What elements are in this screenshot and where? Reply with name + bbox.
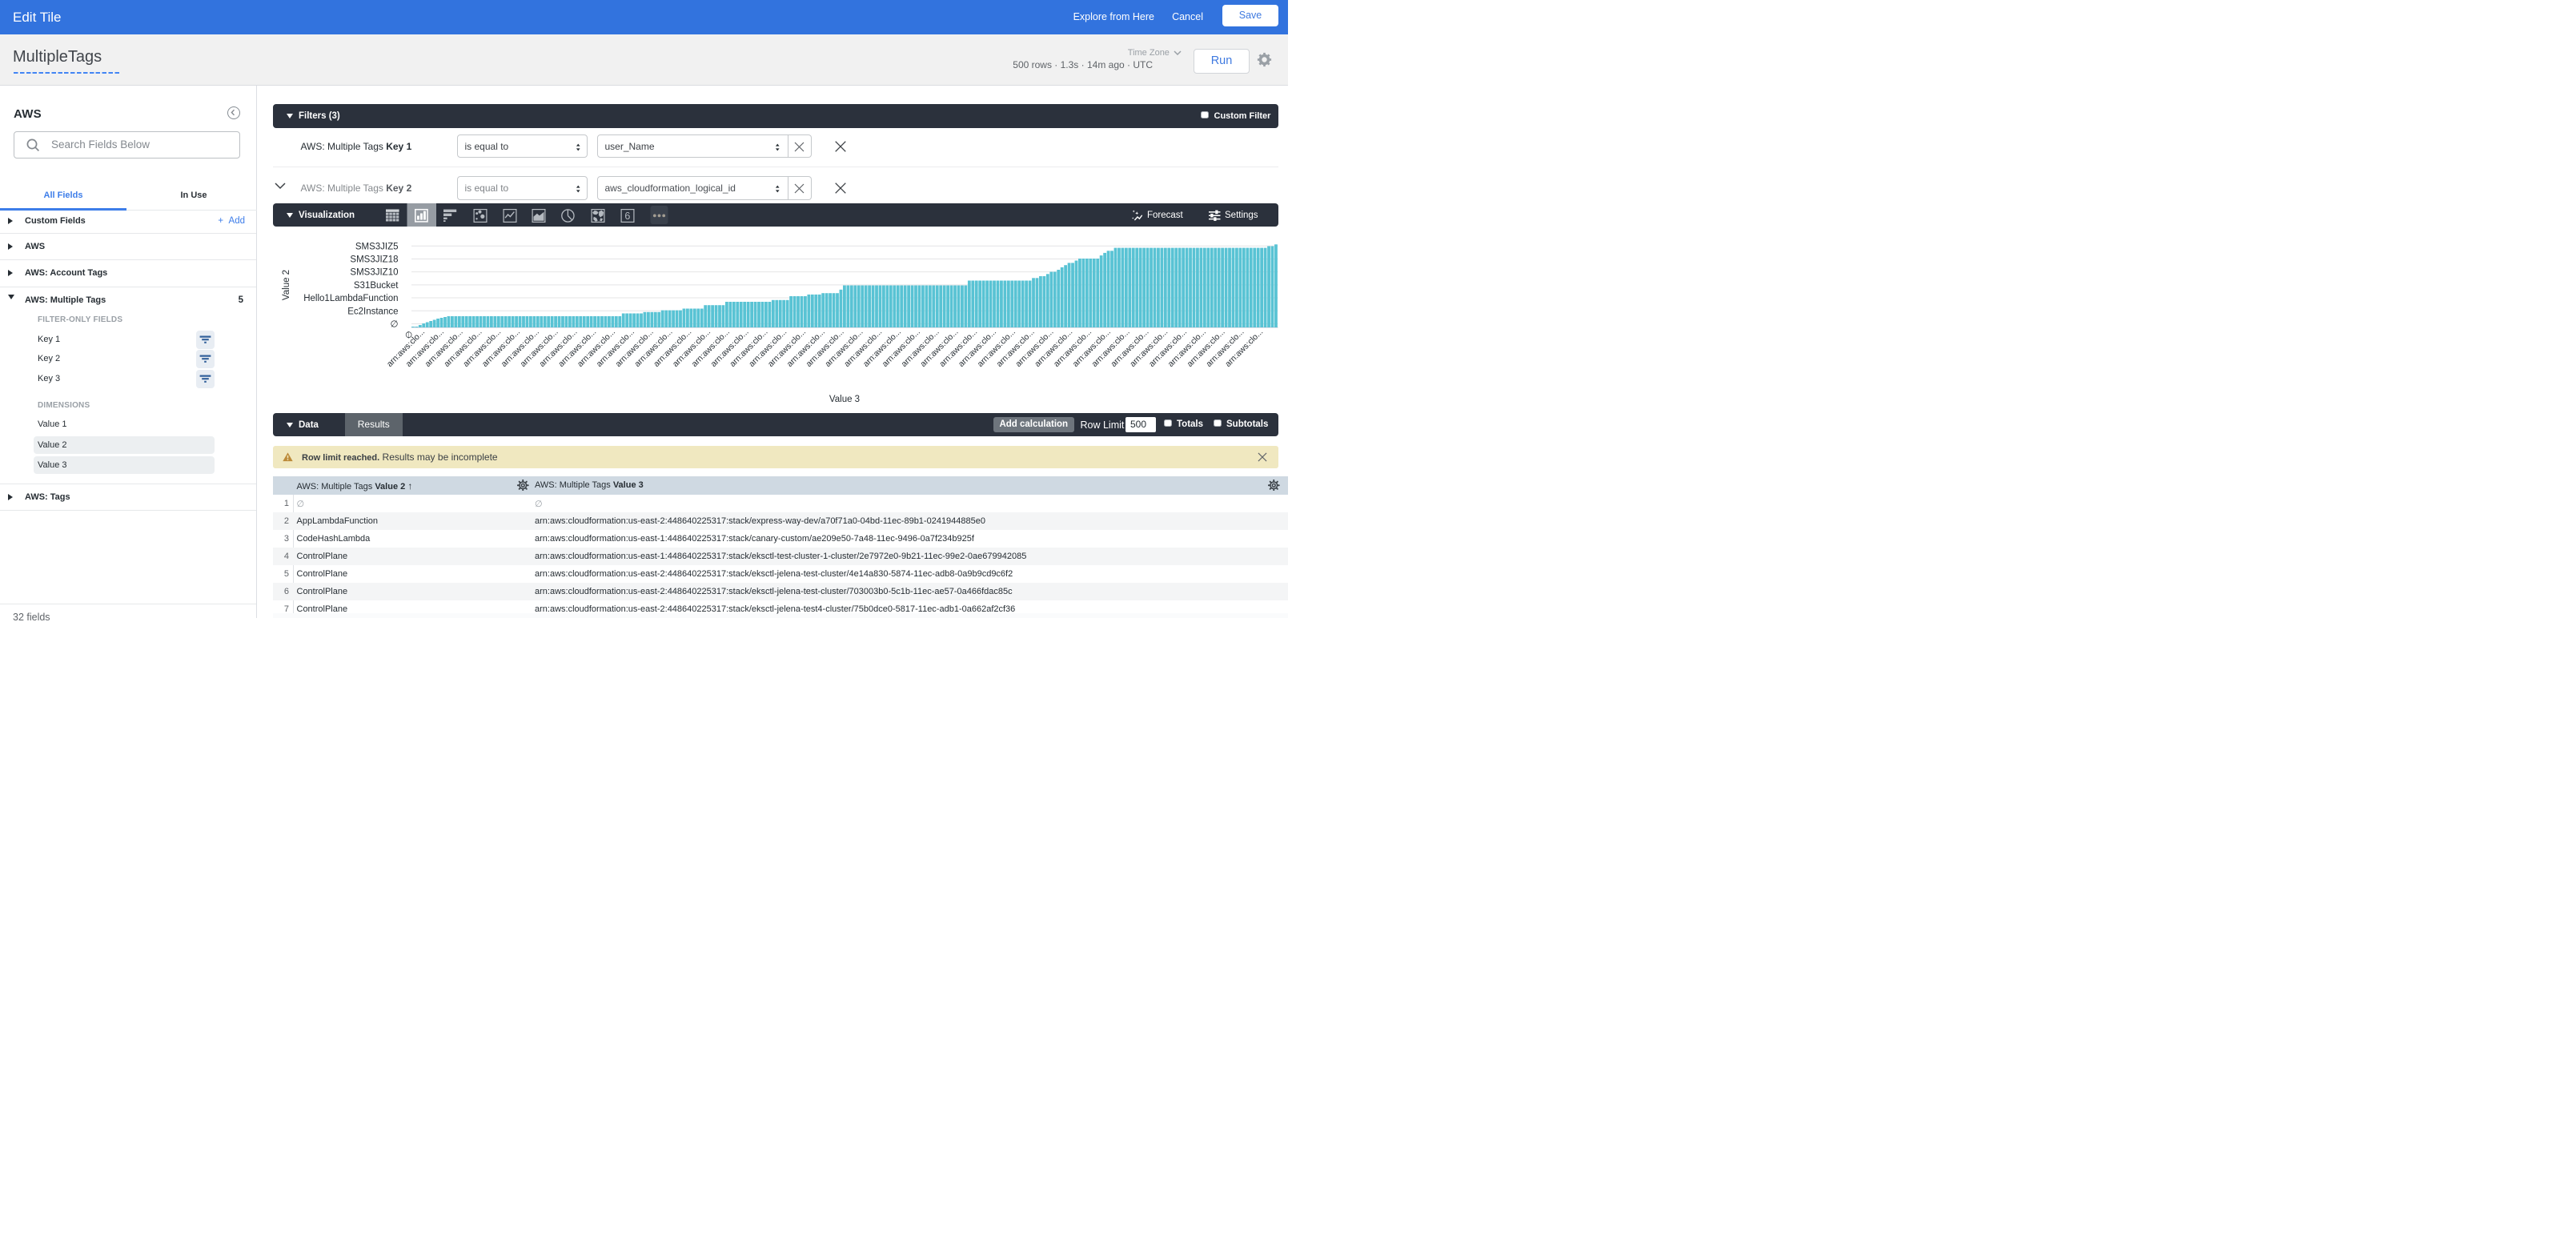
svg-text:Hello1LambdaFunction: Hello1LambdaFunction: [303, 294, 398, 303]
svg-text:6: 6: [624, 211, 630, 222]
svg-text:SMS3JIZ5: SMS3JIZ5: [355, 242, 399, 251]
svg-text:∅: ∅: [390, 319, 398, 329]
svg-text:SMS3JIZ18: SMS3JIZ18: [350, 255, 398, 264]
svg-text:Value 3: Value 3: [829, 395, 860, 404]
svg-text:Ec2Instance: Ec2Instance: [347, 307, 398, 316]
svg-text:Value 2: Value 2: [282, 270, 291, 300]
svg-text:SMS3JIZ10: SMS3JIZ10: [350, 268, 398, 278]
svg-text:S31Bucket: S31Bucket: [354, 281, 399, 291]
